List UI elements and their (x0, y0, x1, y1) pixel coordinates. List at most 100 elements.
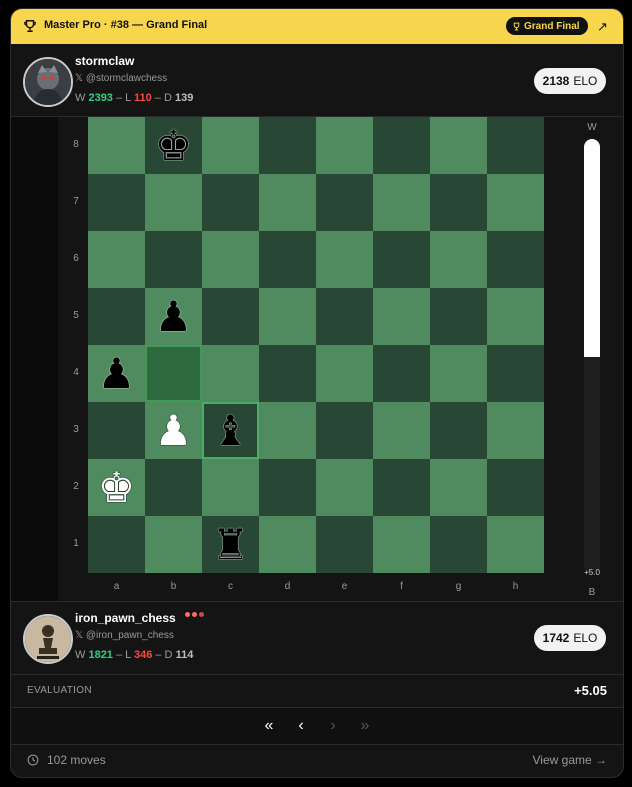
square-g5[interactable] (430, 288, 487, 345)
square-f6[interactable] (373, 231, 430, 288)
square-d2[interactable] (259, 459, 316, 516)
square-a8[interactable] (88, 117, 145, 174)
square-a1[interactable] (88, 516, 145, 573)
square-h2[interactable] (487, 459, 544, 516)
square-g8[interactable] (430, 117, 487, 174)
evaluation-row: EVALUATION +5.05 (11, 675, 623, 707)
square-a4[interactable]: ♟ (88, 345, 145, 402)
square-h8[interactable] (487, 117, 544, 174)
previous-move-button[interactable]: ‹ (290, 715, 312, 737)
square-c4[interactable] (202, 345, 259, 402)
external-link-icon[interactable]: ↗ (597, 19, 608, 35)
square-a7[interactable] (88, 174, 145, 231)
bottom-player-elo-badge: 1742 ELO (534, 625, 606, 651)
bottom-player-avatar[interactable] (23, 614, 73, 664)
square-d7[interactable] (259, 174, 316, 231)
black-piece-c1[interactable]: ♜ (212, 523, 250, 566)
top-player-avatar[interactable] (23, 57, 73, 107)
square-b2[interactable] (145, 459, 202, 516)
square-a3[interactable] (88, 402, 145, 459)
square-h1[interactable] (487, 516, 544, 573)
black-piece-b8[interactable]: ♚ (155, 124, 193, 167)
square-c6[interactable] (202, 231, 259, 288)
white-piece-a2[interactable]: ♚ (98, 466, 136, 509)
black-piece-b5[interactable]: ♟ (155, 295, 193, 338)
square-f4[interactable] (373, 345, 430, 402)
grand-final-badge: Grand Final (506, 17, 588, 35)
white-piece-b3[interactable]: ♟ (155, 409, 193, 452)
square-f5[interactable] (373, 288, 430, 345)
first-move-button[interactable]: « (258, 715, 280, 737)
square-c3[interactable]: ♝ (202, 402, 259, 459)
square-g7[interactable] (430, 174, 487, 231)
status-dot (185, 612, 190, 617)
square-b7[interactable] (145, 174, 202, 231)
draws-count: 139 (174, 92, 194, 104)
square-b6[interactable] (145, 231, 202, 288)
square-d8[interactable] (259, 117, 316, 174)
square-e1[interactable] (316, 516, 373, 573)
square-g3[interactable] (430, 402, 487, 459)
square-a5[interactable] (88, 288, 145, 345)
square-e5[interactable] (316, 288, 373, 345)
square-a2[interactable]: ♚ (88, 459, 145, 516)
square-f8[interactable] (373, 117, 430, 174)
wins-label: W (75, 92, 86, 104)
square-b3[interactable]: ♟ (145, 402, 202, 459)
chess-board[interactable]: ♚ ♟ ♟ ♟ ♝ ♚ ♜ (88, 117, 544, 573)
square-e8[interactable] (316, 117, 373, 174)
square-d5[interactable] (259, 288, 316, 345)
square-h7[interactable] (487, 174, 544, 231)
status-dots (185, 612, 204, 617)
square-b8[interactable]: ♚ (145, 117, 202, 174)
square-f3[interactable] (373, 402, 430, 459)
file-label: e (341, 581, 348, 592)
square-g6[interactable] (430, 231, 487, 288)
square-h4[interactable] (487, 345, 544, 402)
square-e2[interactable] (316, 459, 373, 516)
pawn-avatar-icon (25, 616, 71, 662)
square-g2[interactable] (430, 459, 487, 516)
top-player-handle[interactable]: 𝕏 @stormclawchess (75, 73, 167, 84)
square-b1[interactable] (145, 516, 202, 573)
square-f1[interactable] (373, 516, 430, 573)
top-player-panel: stormclaw 𝕏 @stormclawchess W 2393 – L 1… (11, 45, 623, 117)
square-b5[interactable]: ♟ (145, 288, 202, 345)
square-d6[interactable] (259, 231, 316, 288)
square-h3[interactable] (487, 402, 544, 459)
square-c8[interactable] (202, 117, 259, 174)
square-a6[interactable] (88, 231, 145, 288)
wins-count: 1821 (88, 649, 113, 661)
square-c2[interactable] (202, 459, 259, 516)
square-g1[interactable] (430, 516, 487, 573)
square-d3[interactable] (259, 402, 316, 459)
square-e4[interactable] (316, 345, 373, 402)
file-label: c (228, 581, 233, 592)
draws-label: D (164, 649, 173, 661)
square-e7[interactable] (316, 174, 373, 231)
square-b4[interactable] (145, 345, 202, 402)
square-e6[interactable] (316, 231, 373, 288)
next-move-button[interactable]: › (322, 715, 344, 737)
clock-icon (27, 754, 39, 766)
eval-bar-white-label: W (587, 122, 597, 133)
square-d4[interactable] (259, 345, 316, 402)
square-f7[interactable] (373, 174, 430, 231)
square-g4[interactable] (430, 345, 487, 402)
square-c1[interactable]: ♜ (202, 516, 259, 573)
square-h6[interactable] (487, 231, 544, 288)
last-move-button[interactable]: » (354, 715, 376, 737)
square-e3[interactable] (316, 402, 373, 459)
square-f2[interactable] (373, 459, 430, 516)
square-c7[interactable] (202, 174, 259, 231)
top-player-name[interactable]: stormclaw (75, 54, 134, 68)
square-d1[interactable] (259, 516, 316, 573)
bottom-player-handle[interactable]: 𝕏 @iron_pawn_chess (75, 630, 174, 641)
square-h5[interactable] (487, 288, 544, 345)
square-c5[interactable] (202, 288, 259, 345)
bottom-player-name[interactable]: iron_pawn_chess (75, 611, 176, 625)
black-piece-c3[interactable]: ♝ (212, 409, 250, 452)
view-game-link[interactable]: View game → (533, 753, 607, 767)
black-piece-a4[interactable]: ♟ (98, 352, 136, 395)
trophy-icon (24, 20, 36, 32)
